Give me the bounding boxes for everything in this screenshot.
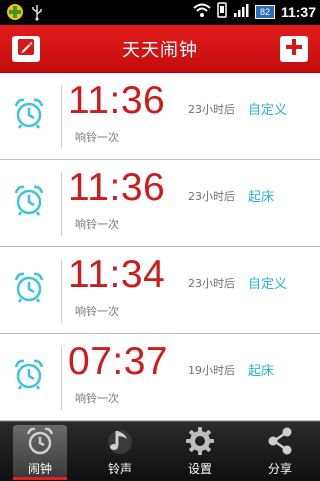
tab-label: 设置 — [187, 462, 212, 476]
tab-label: 铃声 — [107, 462, 132, 476]
alarm-row[interactable]: 07:37 19小时后 起床 响铃一次 — [0, 334, 320, 421]
alarm-clock-icon — [25, 425, 55, 457]
alarm-clock-icon — [12, 96, 46, 130]
signal-icon — [233, 2, 249, 22]
alarm-row[interactable]: 11:36 23小时后 自定义 响铃一次 — [0, 73, 320, 160]
tab-label: 分享 — [267, 462, 292, 476]
bottom-nav: 闹钟 铃声 设置 分享 — [0, 421, 320, 481]
battery-indicator: 82 — [254, 5, 275, 19]
row-divider — [61, 346, 62, 410]
add-alarm-button[interactable] — [280, 36, 308, 62]
alarm-label: 起床 — [248, 364, 275, 379]
tab-label: 闹钟 — [27, 462, 52, 476]
status-bar: 82 11:37 — [0, 0, 320, 25]
plus-icon — [284, 37, 304, 61]
alarm-repeat: 响铃一次 — [75, 218, 119, 231]
tab-ringtone[interactable]: 铃声 — [80, 422, 160, 481]
alarm-clock-icon — [12, 270, 46, 304]
alarm-repeat: 响铃一次 — [75, 305, 119, 318]
alarm-remaining: 23小时后 — [188, 277, 235, 290]
row-divider — [61, 259, 62, 323]
alarm-time: 11:36 — [68, 166, 166, 209]
row-divider — [61, 85, 62, 149]
row-divider — [61, 172, 62, 236]
alarm-repeat: 响铃一次 — [75, 392, 119, 405]
alarm-list: 11:36 23小时后 自定义 响铃一次 11:36 23小时后 起床 响铃一次 — [0, 73, 320, 421]
alarm-repeat: 响铃一次 — [75, 131, 119, 144]
alarm-remaining: 23小时后 — [188, 190, 235, 203]
wifi-icon — [193, 2, 211, 22]
alarm-clock-icon — [12, 357, 46, 391]
alarm-label: 自定义 — [248, 277, 288, 292]
alarm-label: 起床 — [248, 190, 275, 205]
alarm-time: 07:37 — [68, 340, 169, 383]
usb-icon — [30, 3, 44, 25]
tab-settings[interactable]: 设置 — [160, 422, 240, 481]
alarm-clock-icon — [12, 183, 46, 217]
alarm-row[interactable]: 11:34 23小时后 自定义 响铃一次 — [0, 247, 320, 334]
alarm-remaining: 23小时后 — [188, 103, 235, 116]
music-note-icon — [105, 425, 135, 457]
alarm-time: 11:36 — [68, 79, 166, 122]
tab-alarm[interactable]: 闹钟 — [0, 422, 80, 481]
share-icon — [265, 425, 295, 457]
gear-icon — [185, 425, 215, 457]
app-header: 天天闹钟 — [0, 25, 320, 73]
alarm-remaining: 19小时后 — [188, 364, 235, 377]
app-notification-icon — [6, 3, 24, 25]
alarm-row[interactable]: 11:36 23小时后 起床 响铃一次 — [0, 160, 320, 247]
alarm-time: 11:34 — [68, 253, 166, 296]
page-title: 天天闹钟 — [122, 40, 198, 61]
tab-share[interactable]: 分享 — [240, 422, 320, 481]
alarm-label: 自定义 — [248, 103, 288, 118]
vibrate-icon — [217, 2, 227, 22]
status-time: 11:37 — [280, 4, 316, 20]
